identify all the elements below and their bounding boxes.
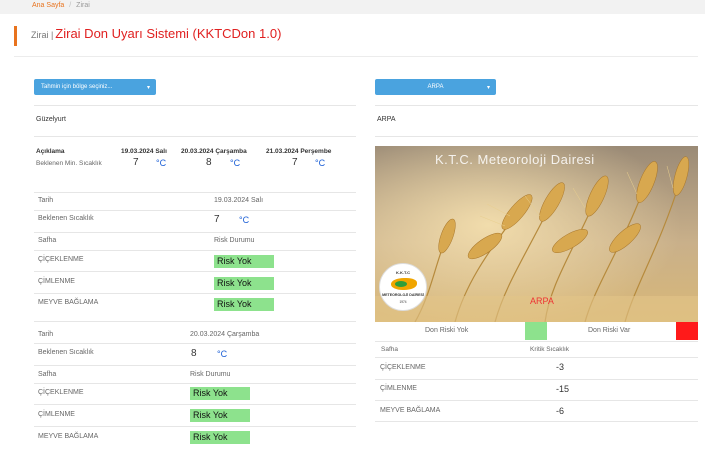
stage-name: ÇİMLENME: [38, 278, 75, 285]
title-divider: [14, 56, 698, 57]
critical-temp-value: -15: [556, 384, 570, 394]
caret-down-icon: ▾: [486, 85, 490, 91]
critical-stage-name: ÇİÇEKLENME: [380, 364, 426, 371]
page-title-text: Zirai Don Uyarı Sistemi (KKTCDon 1.0): [55, 26, 282, 41]
risk-badge: Risk Yok: [190, 409, 250, 422]
breadcrumb-separator: /: [69, 2, 72, 9]
page-title-prefix: Zirai |: [31, 30, 54, 40]
divider: [34, 293, 356, 294]
divider: [34, 343, 356, 344]
divider: [375, 421, 698, 422]
summary-min-label: Beklenen Min. Sıcaklık: [36, 160, 102, 167]
summary-min-value-1: 7: [133, 157, 139, 168]
risk-badge: Risk Yok: [214, 255, 274, 268]
divider: [375, 136, 698, 137]
summary-unit-2: °C: [230, 158, 241, 168]
temp-unit: °C: [217, 349, 228, 359]
stage-label: Safha: [38, 237, 57, 244]
image-caption: ARPA: [530, 296, 554, 306]
temp-value: 7: [214, 214, 220, 225]
critical-table-header-stage: Safha: [381, 346, 398, 353]
logo-text-top: K.K.T.C: [396, 270, 410, 275]
divider: [34, 250, 356, 251]
summary-header-label: Açıklama: [36, 148, 65, 155]
logo-text-middle: METEOROLOJİ DAİRESİ: [382, 293, 424, 297]
divider: [375, 105, 698, 106]
critical-temp-value: -6: [556, 406, 565, 416]
stage-name: MEYVE BAĞLAMA: [38, 299, 99, 306]
divider: [375, 379, 698, 380]
risk-badge: Risk Yok: [214, 277, 274, 290]
divider: [34, 232, 356, 233]
temp-unit: °C: [239, 215, 250, 225]
selected-region: Güzelyurt: [36, 116, 66, 123]
divider: [34, 321, 356, 322]
risk-badge: Risk Yok: [214, 298, 274, 311]
legend-no-risk-swatch: [525, 322, 547, 340]
breadcrumb-home-link[interactable]: Ana Sayfa: [32, 2, 64, 9]
summary-day-3: 21.03.2024 Perşembe: [266, 148, 332, 155]
legend-risk-swatch: [676, 322, 698, 340]
summary-min-value-2: 8: [206, 157, 212, 168]
date-value: 19.03.2024 Salı: [214, 197, 264, 204]
image-watermark: K.T.C. Meteoroloji Dairesi: [435, 152, 595, 167]
divider: [375, 400, 698, 401]
critical-temp-value: -3: [556, 362, 565, 372]
divider: [34, 404, 356, 405]
summary-unit-1: °C: [156, 158, 167, 168]
divider: [34, 426, 356, 427]
risk-badge: Risk Yok: [190, 431, 250, 444]
divider: [34, 383, 356, 384]
region-select-button[interactable]: Tahmin için bölge seçiniz... ▾: [34, 79, 156, 95]
temp-label: Beklenen Sıcaklık: [38, 215, 94, 222]
crop-select-label: ARPA: [427, 84, 444, 90]
risk-header: Risk Durumu: [214, 237, 255, 244]
summary-min-value-3: 7: [292, 157, 298, 168]
divider: [34, 365, 356, 366]
region-select-label: Tahmin için bölge seçiniz...: [41, 84, 113, 90]
date-label: Tarih: [38, 197, 54, 204]
logo-leaf-icon: [395, 281, 407, 287]
page-title: Zirai | Zirai Don Uyarı Sistemi (KKTCDon…: [14, 26, 281, 46]
summary-day-1: 19.03.2024 Salı: [121, 148, 167, 155]
risk-header: Risk Durumu: [190, 371, 231, 378]
divider: [34, 210, 356, 211]
stage-name: MEYVE BAĞLAMA: [38, 433, 99, 440]
critical-stage-name: ÇİMLENME: [380, 385, 417, 392]
legend-no-risk-label: Don Riski Yok: [425, 327, 469, 334]
temp-value: 8: [191, 348, 197, 359]
summary-day-2: 20.03.2024 Çarşamba: [181, 148, 247, 155]
meteorology-logo: K.K.T.C METEOROLOJİ DAİRESİ 1974: [379, 263, 427, 311]
stage-name: ÇİÇEKLENME: [38, 389, 84, 396]
date-value: 20.03.2024 Çarşamba: [190, 331, 260, 338]
critical-table-header-temp: Kritik Sıcaklık: [530, 346, 570, 353]
temp-label: Beklenen Sıcaklık: [38, 349, 94, 356]
risk-badge: Risk Yok: [190, 387, 250, 400]
stage-name: ÇİÇEKLENME: [38, 256, 84, 263]
divider: [375, 341, 698, 342]
logo-text-bottom: 1974: [399, 300, 407, 304]
date-label: Tarih: [38, 331, 54, 338]
crop-image: K.T.C. Meteoroloji Dairesi K.K.T.C METEO…: [375, 146, 698, 322]
critical-stage-name: MEYVE BAĞLAMA: [380, 407, 441, 414]
divider: [375, 357, 698, 358]
divider: [34, 271, 356, 272]
legend-risk-label: Don Riski Var: [588, 327, 631, 334]
breadcrumb: Ana Sayfa / Zirai: [0, 0, 705, 14]
summary-unit-3: °C: [315, 158, 326, 168]
divider: [34, 192, 356, 193]
selected-crop: ARPA: [377, 116, 396, 123]
divider: [34, 136, 356, 137]
divider: [34, 105, 356, 106]
breadcrumb-current: Zirai: [76, 2, 90, 9]
crop-select-button[interactable]: ARPA ▾: [375, 79, 496, 95]
caret-down-icon: ▾: [146, 85, 150, 91]
stage-label: Safha: [38, 371, 57, 378]
stage-name: ÇİMLENME: [38, 411, 75, 418]
